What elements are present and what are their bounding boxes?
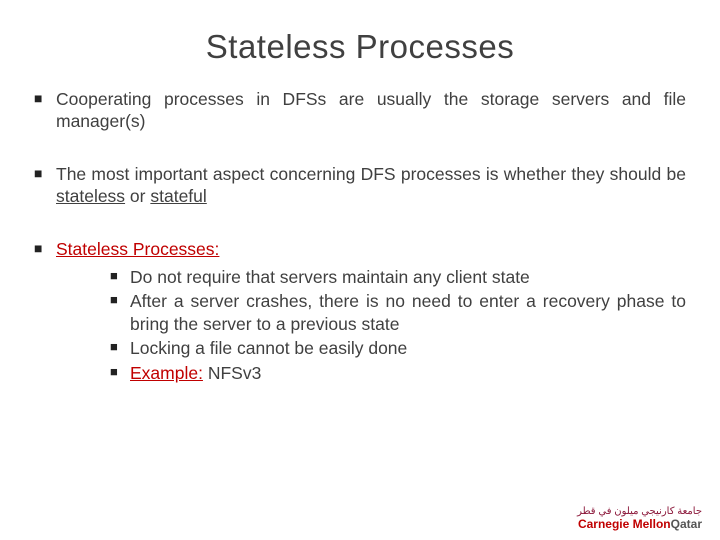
example-label: Example: [130,363,203,383]
bullet-text: The most important aspect concerning DFS… [56,163,686,208]
sub-bullet-text: After a server crashes, there is no need… [130,290,686,335]
text-fragment: The most important aspect concerning DFS… [56,164,686,184]
square-bullet-icon: ■ [34,238,56,386]
sub-bullet-item: ■ After a server crashes, there is no ne… [110,290,686,335]
logo-line2: Qatar [671,517,702,531]
sub-bullet-text: Locking a file cannot be easily done [130,337,686,359]
bullet-text: Cooperating processes in DFSs are usuall… [56,88,686,133]
slide-body: ■ Cooperating processes in DFSs are usua… [0,78,720,386]
logo-arabic-text: جامعة كارنيجي ميلون في قطر [577,507,702,517]
footer-logo: جامعة كارنيجي ميلون في قطر Carnegie Mell… [577,507,702,530]
square-bullet-icon: ■ [110,362,130,384]
bullet-item: ■ The most important aspect concerning D… [34,163,686,208]
square-bullet-icon: ■ [34,88,56,133]
square-bullet-icon: ■ [110,290,130,335]
sub-bullet-list: ■ Do not require that servers maintain a… [56,266,686,384]
logo-line1: Carnegie Mellon [578,517,671,531]
square-bullet-icon: ■ [110,337,130,359]
sub-bullet-text: Do not require that servers maintain any… [130,266,686,288]
underline-stateful: stateful [150,186,206,206]
sub-bullet-text: Example: NFSv3 [130,362,686,384]
slide: Stateless Processes ■ Cooperating proces… [0,0,720,540]
subhead-stateless-processes: Stateless Processes: [56,239,219,259]
sub-bullet-item: ■ Do not require that servers maintain a… [110,266,686,288]
sub-bullet-item: ■ Example: NFSv3 [110,362,686,384]
square-bullet-icon: ■ [34,163,56,208]
example-value: NFSv3 [203,363,261,383]
square-bullet-icon: ■ [110,266,130,288]
text-fragment: or [125,186,150,206]
slide-title: Stateless Processes [0,0,720,78]
logo-english-text: Carnegie MellonQatar [577,518,702,530]
bullet-text: Stateless Processes: ■ Do not require th… [56,238,686,386]
bullet-item: ■ Cooperating processes in DFSs are usua… [34,88,686,133]
bullet-item: ■ Stateless Processes: ■ Do not require … [34,238,686,386]
underline-stateless: stateless [56,186,125,206]
sub-bullet-item: ■ Locking a file cannot be easily done [110,337,686,359]
